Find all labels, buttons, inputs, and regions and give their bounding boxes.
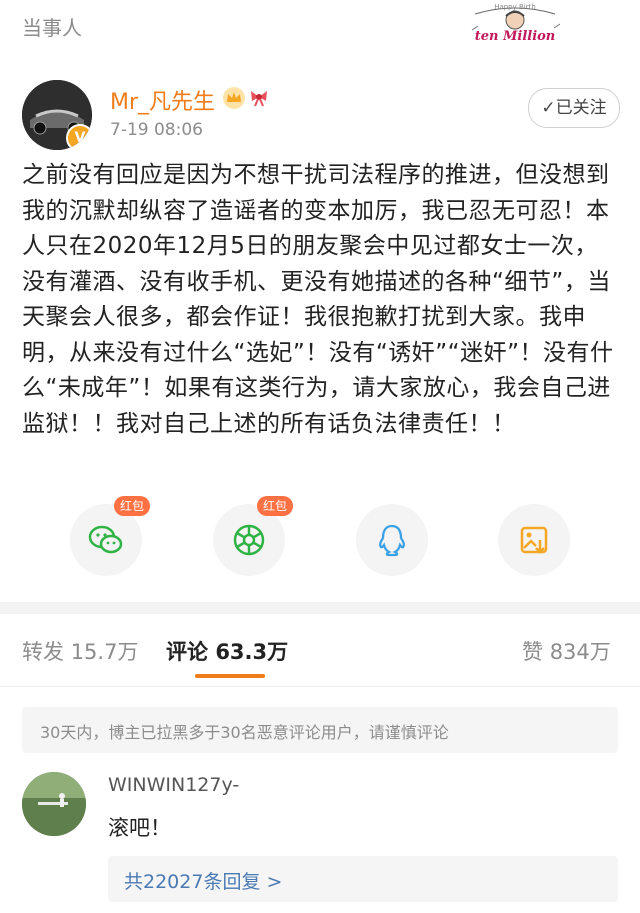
commenter-name[interactable]: WINWIN127y- (108, 774, 239, 796)
view-replies-button[interactable]: 共22027条回复 > (108, 856, 618, 902)
tab-comment-count: 63.3万 (215, 640, 289, 664)
verified-badge-icon: V (66, 124, 92, 150)
save-image-button[interactable] (498, 504, 570, 576)
share-row: 红包 红包 (0, 496, 640, 580)
top-bar: 当事人 Happy Birth ten Million (0, 0, 640, 54)
tab-comment[interactable]: 评论 63.3万 (166, 636, 288, 666)
page-title: 当事人 (22, 16, 82, 40)
followed-button[interactable]: ✓已关注 (528, 88, 620, 128)
crown-icon (223, 87, 245, 109)
tab-repost[interactable]: 转发 15.7万 (22, 636, 138, 666)
comment-item: WINWIN127y- 滚吧！ 共22027条回复 > (0, 768, 640, 908)
commenter-avatar[interactable] (22, 772, 86, 836)
wechat-icon (88, 525, 123, 554)
tab-repost-label: 转发 (22, 640, 64, 664)
tab-comment-label: 评论 (166, 640, 208, 664)
comment-text: 滚吧！ (108, 816, 171, 840)
tab-like-label: 赞 (522, 640, 543, 664)
post-body-text: 之前没有回应是因为不想干扰司法程序的推进，但没想到我的沉默却纵容了造谣者的变本加… (22, 162, 614, 437)
replies-label: 共22027条回复 > (124, 871, 283, 893)
check-icon: ✓ (541, 98, 556, 118)
tab-like-count: 834万 (549, 640, 611, 664)
svg-text:ten Million: ten Million (475, 29, 556, 44)
tab-repost-count: 15.7万 (70, 640, 139, 664)
active-tab-indicator (195, 674, 265, 678)
qq-icon (379, 524, 405, 557)
interaction-tabs: 转发 15.7万 评论 63.3万 赞 834万 (0, 614, 640, 687)
field-avatar-icon (22, 772, 86, 836)
section-divider (0, 602, 640, 614)
share-qq-button[interactable] (356, 504, 428, 576)
comment-notice: 30天内，博主已拉黑多于30名恶意评论用户，请谨慎评论 (22, 707, 618, 753)
redpack-badge: 红包 (257, 496, 294, 516)
author-avatar[interactable]: V (22, 80, 92, 150)
author-name[interactable]: Mr_凡先生 (110, 84, 215, 116)
post-time: 7-19 08:06 (110, 120, 203, 140)
comment-notice-text: 30天内，博主已拉黑多于30名恶意评论用户，请谨慎评论 (40, 723, 449, 742)
birthday-sticker-image: Happy Birth ten Million (471, 3, 560, 44)
redpack-badge: 红包 (114, 496, 151, 516)
post-header: V Mr_凡先生 7-19 08:06 ✓已关注 (0, 60, 640, 150)
bow-badge-icon (251, 91, 267, 107)
moments-icon (233, 524, 265, 556)
save-image-icon (520, 526, 548, 554)
svg-text:Happy Birth: Happy Birth (494, 3, 536, 11)
follow-label: 已关注 (555, 98, 607, 118)
tab-like[interactable]: 赞 834万 (522, 636, 611, 666)
